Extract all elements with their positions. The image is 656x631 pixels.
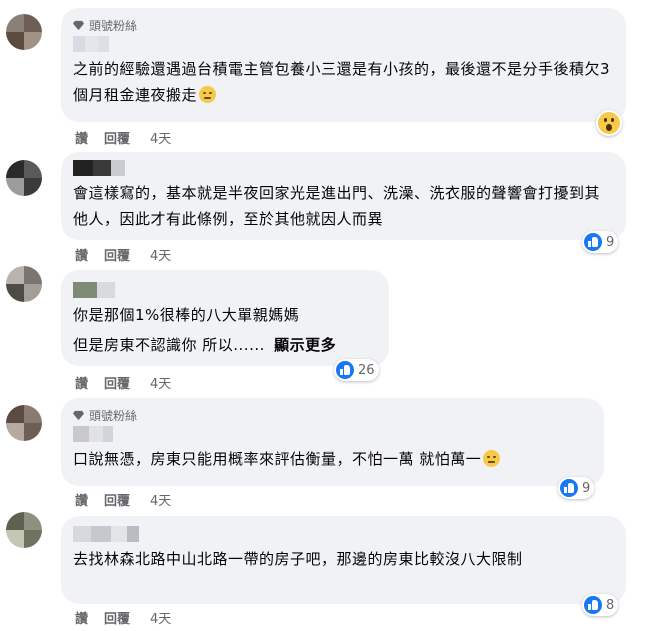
reaction-badge[interactable]: 26 xyxy=(334,359,379,381)
reaction-badge[interactable] xyxy=(596,110,622,136)
timestamp[interactable]: 4天 xyxy=(150,490,171,509)
commenter-name-redacted[interactable] xyxy=(73,282,377,298)
comment-text: 去找林森北路中山北路一帶的房子吧，那邊的房東比較沒八大限制 xyxy=(73,550,523,568)
comment-actions: 讚 回覆 4天 xyxy=(75,608,187,627)
reply-link[interactable]: 回覆 xyxy=(104,128,130,147)
like-reaction-icon xyxy=(584,596,602,614)
reaction-badge[interactable]: 9 xyxy=(558,477,595,499)
reaction-badge[interactable]: 9 xyxy=(582,231,619,253)
comment-bubble: 會這樣寫的，基本就是半夜回家光是進出門、洗澡、洗衣服的聲響會打擾到其他人，因此才… xyxy=(61,152,626,240)
reaction-count: 9 xyxy=(606,234,615,250)
timestamp[interactable]: 4天 xyxy=(150,128,171,147)
top-fan-badge: 頭號粉絲 xyxy=(73,406,592,424)
commenter-name-redacted[interactable] xyxy=(73,160,614,176)
wow-reaction-icon xyxy=(598,112,620,134)
comment-bubble: 頭號粉絲 口說無憑，房東只能用概率來評估衡量，不怕一萬 就怕萬一 xyxy=(61,398,604,486)
comment-text: 口說無憑，房東只能用概率來評估衡量，不怕一萬 就怕萬一 xyxy=(73,446,592,472)
commenter-name-redacted[interactable] xyxy=(73,36,614,52)
like-reaction-icon xyxy=(336,361,354,379)
comment-text: 會這樣寫的，基本就是半夜回家光是進出門、洗澡、洗衣服的聲響會打擾到其他人，因此才… xyxy=(73,184,601,228)
reply-link[interactable]: 回覆 xyxy=(104,373,130,392)
commenter-name-redacted[interactable] xyxy=(73,526,614,542)
like-reaction-icon xyxy=(560,479,578,497)
diamond-icon xyxy=(73,20,84,30)
avatar[interactable] xyxy=(6,160,42,196)
comment-bubble: 你是那個1%很棒的八大單親媽媽 但是房東不認識你 所以...... 顯示更多 xyxy=(61,270,389,366)
like-link[interactable]: 讚 xyxy=(75,373,88,392)
top-fan-badge: 頭號粉絲 xyxy=(73,16,614,34)
sad-face-emoji xyxy=(483,450,501,467)
timestamp[interactable]: 4天 xyxy=(150,245,171,264)
comment-actions: 讚 回覆 4天 xyxy=(75,128,187,147)
reaction-badge[interactable]: 8 xyxy=(582,594,619,616)
avatar[interactable] xyxy=(6,266,42,302)
like-link[interactable]: 讚 xyxy=(75,608,88,627)
reaction-count: 26 xyxy=(358,362,375,378)
commenter-name-redacted[interactable] xyxy=(73,426,592,442)
reaction-count: 8 xyxy=(606,597,615,613)
diamond-icon xyxy=(73,410,84,420)
comment-actions: 讚 回覆 4天 xyxy=(75,245,187,264)
comment-bubble: 去找林森北路中山北路一帶的房子吧，那邊的房東比較沒八大限制 xyxy=(61,516,626,604)
comment-bubble: 頭號粉絲 之前的經驗還遇過台積電主管包養小三還是有小孩的，最後還不是分手後積欠3… xyxy=(61,8,626,122)
timestamp[interactable]: 4天 xyxy=(150,373,171,392)
reaction-count: 9 xyxy=(582,480,591,496)
reply-link[interactable]: 回覆 xyxy=(104,490,130,509)
like-link[interactable]: 讚 xyxy=(75,128,88,147)
avatar[interactable] xyxy=(6,405,42,441)
reply-link[interactable]: 回覆 xyxy=(104,245,130,264)
sad-face-emoji xyxy=(199,86,217,103)
comment-actions: 讚 回覆 4天 xyxy=(75,373,187,392)
top-fan-label: 頭號粉絲 xyxy=(89,18,138,33)
comment-actions: 讚 回覆 4天 xyxy=(75,490,187,509)
like-link[interactable]: 讚 xyxy=(75,245,88,264)
top-fan-label: 頭號粉絲 xyxy=(89,408,138,423)
like-link[interactable]: 讚 xyxy=(75,490,88,509)
avatar[interactable] xyxy=(6,14,42,50)
timestamp[interactable]: 4天 xyxy=(150,608,171,627)
comment-text: 你是那個1%很棒的八大單親媽媽 但是房東不認識你 所以...... 顯示更多 xyxy=(73,306,337,354)
comment-text: 之前的經驗還遇過台積電主管包養小三還是有小孩的，最後還不是分手後積欠3個月租金連… xyxy=(73,60,611,104)
see-more-link[interactable]: 顯示更多 xyxy=(274,336,336,354)
reply-link[interactable]: 回覆 xyxy=(104,608,130,627)
like-reaction-icon xyxy=(584,233,602,251)
avatar[interactable] xyxy=(6,512,42,548)
